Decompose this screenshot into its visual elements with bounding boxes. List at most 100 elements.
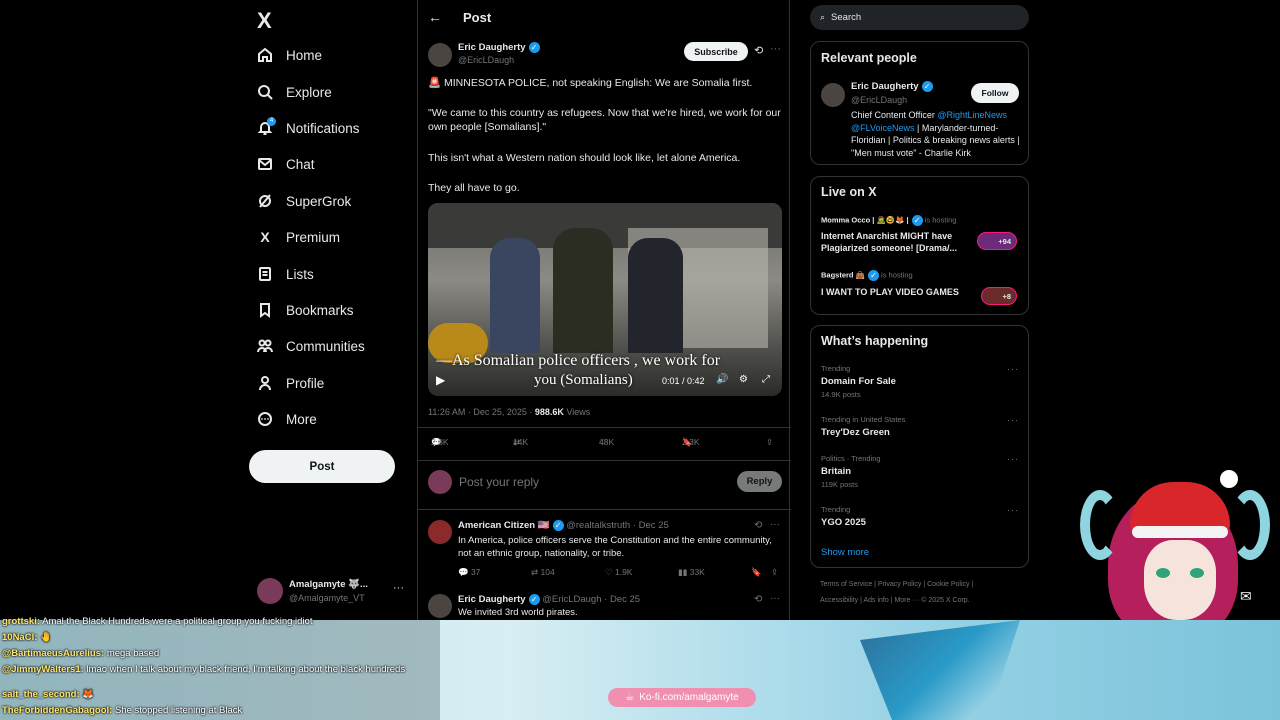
- nav-premium[interactable]: X Premium: [257, 222, 340, 252]
- more-dots-icon[interactable]: ···: [1007, 505, 1019, 515]
- verified-icon: ✓: [552, 520, 564, 531]
- reply-input[interactable]: Post your reply: [459, 475, 539, 489]
- author-handle[interactable]: @EricLDaugh: [458, 55, 514, 65]
- more-dots-icon[interactable]: ···: [770, 519, 780, 530]
- grok-icon[interactable]: ⟲: [754, 44, 763, 57]
- nav-lists[interactable]: Lists: [257, 259, 314, 289]
- verified-icon: ✓: [921, 81, 933, 92]
- trend-name[interactable]: YGO 2025: [821, 517, 866, 528]
- video-caption: you (Somalians): [534, 372, 633, 388]
- person-bio: Chief Content Officer @RightLineNews @FL…: [851, 110, 1020, 158]
- live-title[interactable]: I WANT TO PLAY VIDEO GAMES: [821, 287, 959, 297]
- x-logo-icon[interactable]: X: [257, 8, 272, 34]
- trend-category: Politics · Trending: [821, 454, 881, 463]
- avatar[interactable]: [428, 594, 452, 618]
- like-action[interactable]: ♡ 1.9K: [605, 567, 632, 578]
- account-switcher[interactable]: Amalgamyte 🐺... @Amalgamyte_VT ···: [257, 576, 409, 608]
- more-dots-icon[interactable]: ···: [770, 43, 781, 55]
- trend-name[interactable]: Trey'Dez Green: [821, 427, 890, 438]
- trend-name[interactable]: Britain: [821, 466, 851, 477]
- bell-icon: 4: [257, 117, 276, 136]
- reply-header[interactable]: Eric Daugherty ✓ @EricLDaugh · Dec 25: [458, 594, 640, 605]
- share-icon[interactable]: ⇪: [771, 567, 778, 578]
- nav-profile[interactable]: Profile: [257, 368, 324, 398]
- more-dots-icon[interactable]: ···: [770, 593, 780, 604]
- post-timestamp: 11:26 AM · Dec 25, 2025 · 988.6K Views: [428, 407, 591, 417]
- account-handle: @Amalgamyte_VT: [289, 593, 365, 603]
- grok-icon[interactable]: ⟲: [754, 594, 762, 605]
- trend-category: Trending: [821, 505, 851, 514]
- search-input[interactable]: ⌕ Search: [810, 5, 1029, 30]
- stream-overlay: grottski: Amal the Black Hundreds were a…: [0, 616, 1280, 720]
- notification-badge: 4: [267, 117, 276, 126]
- repost-action[interactable]: ⇄ 104: [531, 567, 555, 578]
- reply-text: We invited 3rd world pirates.: [458, 607, 578, 618]
- video-person: [628, 238, 683, 353]
- nav-home[interactable]: Home: [257, 40, 322, 70]
- play-icon[interactable]: ▶: [436, 373, 445, 387]
- avatar: [428, 470, 452, 494]
- fullscreen-icon[interactable]: ⤢: [762, 374, 770, 385]
- more-dots-icon[interactable]: ···: [393, 582, 404, 594]
- views-action[interactable]: ▮▮ 33K: [678, 567, 705, 578]
- nav-more[interactable]: More: [257, 404, 317, 434]
- santa-hat-trim: [1132, 526, 1228, 538]
- avatar[interactable]: [428, 520, 452, 544]
- more-dots-icon[interactable]: ···: [1007, 454, 1019, 464]
- volume-icon[interactable]: 🔊: [716, 374, 728, 385]
- chat-message: grottski: Amal the Black Hundreds were a…: [2, 616, 313, 627]
- nav-label: Profile: [286, 375, 325, 391]
- nav-explore[interactable]: Explore: [257, 77, 332, 107]
- live-host[interactable]: Bagsterd 👜 ✓ is hosting: [821, 270, 913, 281]
- tweet-text-line: 🚨 MINNESOTA POLICE, not speaking English…: [428, 77, 753, 89]
- back-arrow-icon[interactable]: ←: [428, 9, 442, 25]
- live-listeners[interactable]: +94: [977, 232, 1017, 250]
- live-listeners[interactable]: +8: [981, 287, 1017, 305]
- nav-label: Premium: [286, 229, 341, 245]
- divider: [418, 427, 791, 428]
- avatar[interactable]: [821, 83, 845, 107]
- nav-bookmarks[interactable]: Bookmarks: [257, 295, 354, 325]
- more-dots-icon[interactable]: ···: [1007, 415, 1019, 425]
- dragon-wing: [860, 620, 1020, 720]
- show-more-link[interactable]: Show more: [821, 547, 869, 558]
- search-icon: [257, 84, 273, 100]
- trend-count: 119K posts: [821, 480, 858, 489]
- trend-name[interactable]: Domain For Sale: [821, 376, 896, 387]
- share-icon[interactable]: ⇪: [766, 437, 773, 448]
- whats-happening-card: What’s happening Trending Domain For Sal…: [810, 325, 1029, 568]
- avatar[interactable]: [428, 43, 452, 67]
- subscribe-button[interactable]: Subscribe: [684, 42, 748, 61]
- kofi-banner: ☕ Ko-fi.com/amalgamyte: [608, 688, 756, 707]
- person-handle: @EricLDaugh: [851, 95, 908, 105]
- account-name: Amalgamyte 🐺...: [289, 579, 368, 590]
- nav-label: Chat: [286, 156, 315, 172]
- grok-icon[interactable]: ⟲: [754, 520, 762, 531]
- person-name[interactable]: Eric Daugherty ✓: [851, 81, 933, 92]
- live-title[interactable]: Internet Anarchist MIGHT have Plagiarize…: [821, 230, 971, 254]
- nav-chat[interactable]: Chat: [257, 149, 315, 179]
- bookmark-icon[interactable]: 🔖: [751, 567, 762, 578]
- settings-icon[interactable]: ⚙: [739, 374, 748, 385]
- nav-notifications[interactable]: 4 Notifications: [257, 113, 360, 143]
- reply-header[interactable]: American Citizen 🇺🇸 ✓ @realtalkstruth · D…: [458, 520, 669, 531]
- nav-supergrok[interactable]: SuperGrok: [257, 186, 351, 216]
- author-name[interactable]: Eric Daugherty ✓: [458, 42, 540, 53]
- post-button[interactable]: Post: [249, 450, 395, 483]
- chat-message: TheForbiddenGabagool: She stopped listen…: [2, 705, 243, 716]
- nav-communities[interactable]: Communities: [257, 331, 365, 361]
- follow-button[interactable]: Follow: [971, 83, 1019, 103]
- video-caption: —As Somalian police officers , we work f…: [436, 352, 721, 369]
- footer-links[interactable]: Terms of Service | Privacy Policy | Cook…: [820, 581, 973, 588]
- verified-icon: ✓: [528, 594, 540, 605]
- reply-button[interactable]: Reply: [737, 471, 782, 492]
- more-dots-icon[interactable]: ···: [1007, 364, 1019, 374]
- home-icon: [257, 47, 273, 63]
- live-host[interactable]: Momma Occo | 🧟🤓🦊 | ✓ is hosting: [821, 215, 956, 226]
- reply-action[interactable]: 💬 37: [458, 567, 480, 578]
- chat-message: @BartimaeusAurelius: mega based: [2, 648, 160, 659]
- divider: [418, 460, 791, 461]
- footer-links[interactable]: Accessibility | Ads info | More ··· © 20…: [820, 597, 970, 604]
- reply-text: In America, police officers serve the Co…: [458, 535, 772, 559]
- video-player[interactable]: —As Somalian police officers , we work f…: [428, 203, 782, 396]
